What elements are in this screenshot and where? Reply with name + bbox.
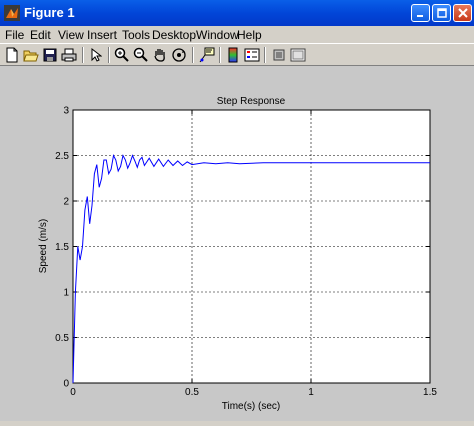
- x-axis-label: Time(s) (sec): [222, 401, 281, 412]
- figure-canvas: 0 0.5 1 1.5 0 0.5 1 1.5 2 2.5 3 Step Response Time…: [0, 66, 474, 421]
- y-axis-label: Speed (m/s): [38, 219, 49, 273]
- colorbar-icon: [228, 47, 238, 63]
- menu-view[interactable]: View: [58, 28, 84, 42]
- menu-help[interactable]: Help: [237, 28, 262, 42]
- x-tick-label: 0: [70, 387, 76, 398]
- legend-icon: [244, 48, 260, 62]
- data-cursor-button[interactable]: [198, 46, 216, 64]
- zoom-out-button[interactable]: [132, 46, 150, 64]
- y-tick-label: 1: [63, 288, 69, 299]
- pan-button[interactable]: [151, 46, 169, 64]
- open-folder-icon: [23, 50, 39, 62]
- maximize-button[interactable]: [432, 4, 451, 22]
- show-plot-tools-icon: [290, 48, 306, 62]
- toolbar-separator: [82, 47, 84, 63]
- zoom-in-icon: [114, 47, 129, 62]
- rotate-3d-icon: [172, 48, 186, 62]
- show-plot-tools-button[interactable]: [289, 46, 307, 64]
- new-file-button[interactable]: [3, 46, 21, 64]
- menu-desktop[interactable]: Desktop: [152, 28, 196, 42]
- zoom-in-button[interactable]: [113, 46, 131, 64]
- printer-icon: [61, 48, 77, 62]
- save-button[interactable]: [41, 46, 59, 64]
- rotate-3d-button[interactable]: [170, 46, 188, 64]
- minimize-button[interactable]: [411, 4, 430, 22]
- close-button[interactable]: [453, 4, 472, 22]
- menu-edit[interactable]: Edit: [30, 28, 51, 42]
- y-tick-label: 1.5: [55, 242, 69, 253]
- zoom-out-icon: [133, 47, 148, 62]
- toolbar-separator: [219, 47, 221, 63]
- menu-window[interactable]: Window: [196, 28, 239, 42]
- toolbar: [0, 43, 474, 66]
- toolbar-separator: [192, 47, 194, 63]
- menu-tools[interactable]: Tools: [122, 28, 150, 42]
- open-file-button[interactable]: [22, 46, 40, 64]
- title-bar: Figure 1: [0, 0, 474, 26]
- y-tick-label: 0.5: [55, 333, 69, 344]
- hand-pan-icon: [154, 49, 165, 62]
- close-icon: [457, 8, 468, 18]
- y-tick-label: 3: [63, 106, 69, 117]
- menu-file[interactable]: File: [5, 28, 24, 42]
- print-button[interactable]: [60, 46, 78, 64]
- new-file-icon: [6, 47, 18, 63]
- select-arrow-button[interactable]: [87, 46, 105, 64]
- y-tick-label: 2.5: [55, 151, 69, 162]
- hide-plot-tools-icon: [273, 49, 285, 61]
- menu-bar: File Edit View Insert Tools Desktop Wind…: [0, 26, 474, 43]
- toolbar-separator: [108, 47, 110, 63]
- x-tick-label: 0.5: [185, 387, 199, 398]
- y-tick-label: 2: [63, 197, 69, 208]
- minimize-icon: [416, 15, 423, 17]
- x-tick-label: 1.5: [423, 387, 437, 398]
- window-title: Figure 1: [24, 5, 75, 20]
- maximize-icon: [436, 8, 447, 18]
- save-disk-icon: [43, 48, 57, 62]
- matlab-logo-icon: [4, 5, 20, 21]
- arrow-pointer-icon: [91, 48, 102, 62]
- chart-title: Step Response: [217, 96, 286, 107]
- colorbar-button[interactable]: [224, 46, 242, 64]
- legend-button[interactable]: [243, 46, 261, 64]
- toolbar-separator: [264, 47, 266, 63]
- x-tick-label: 1: [308, 387, 314, 398]
- data-cursor-icon: [199, 47, 215, 63]
- y-tick-label: 0: [63, 379, 69, 390]
- step-response-plot[interactable]: 0 0.5 1 1.5 0 0.5 1 1.5 2 2.5 3 Step Response Time…: [0, 66, 474, 421]
- hide-plot-tools-button[interactable]: [270, 46, 288, 64]
- menu-insert[interactable]: Insert: [87, 28, 117, 42]
